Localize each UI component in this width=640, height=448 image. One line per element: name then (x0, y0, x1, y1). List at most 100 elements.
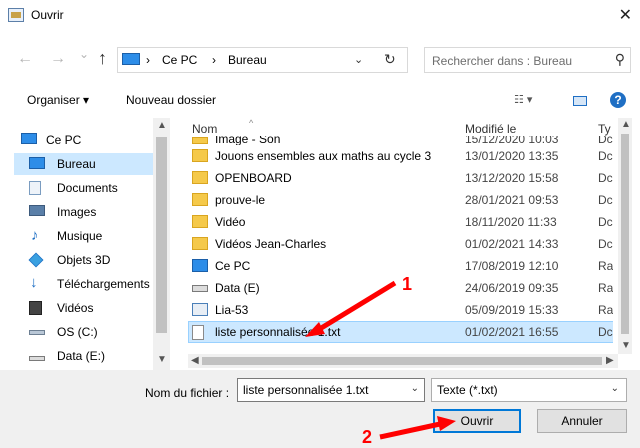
table-row[interactable]: prouve-le 28/01/2021 09:53 Dc (188, 189, 613, 211)
file-type-value: Texte (*.txt) (437, 383, 498, 397)
chevron-down-icon[interactable]: ⌄ (354, 53, 363, 66)
scroll-down-icon[interactable]: ▼ (621, 340, 631, 351)
filename-field[interactable]: liste personnalisée 1.txt ⌄ (237, 378, 425, 402)
search-input[interactable]: Rechercher dans : Bureau ⚲ (424, 47, 631, 73)
sidebar-item-label: Images (57, 205, 97, 219)
table-row-selected[interactable]: liste personnalisée 1.txt 01/02/2021 16:… (188, 321, 613, 343)
sidebar-item-musique[interactable]: ♪ Musique (14, 225, 166, 247)
table-row[interactable]: Data (E) 24/06/2019 09:35 Ra (188, 277, 613, 299)
table-row[interactable]: Vidéos Jean-Charles 01/02/2021 14:33 Dc (188, 233, 613, 255)
search-icon[interactable]: ⚲ (615, 51, 625, 68)
forward-icon[interactable]: → (50, 50, 66, 68)
file-date: 15/12/2020 10:03 (465, 136, 559, 145)
column-header-name[interactable]: Nom (192, 122, 217, 136)
column-header-type[interactable]: Ty (598, 122, 611, 136)
images-icon (29, 205, 45, 216)
table-row[interactable]: Jouons ensembles aux maths au cycle 3 13… (188, 145, 613, 167)
sidebar-item-telechargements[interactable]: ↓ Téléchargements (14, 273, 166, 295)
table-row[interactable]: OPENBOARD 13/12/2020 15:58 Dc (188, 167, 613, 189)
file-name: Image - Son (215, 136, 281, 145)
cancel-button[interactable]: Annuler (537, 409, 627, 433)
desktop-icon (29, 157, 45, 169)
navigation-bar: ← → ⌄ ↑ › Ce PC › Bureau ⌄ ↻ Rechercher … (0, 46, 640, 74)
file-name: Data (E) (215, 281, 260, 295)
sidebar-item-objets-3d[interactable]: Objets 3D (14, 249, 166, 271)
sidebar-item-label: OS (C:) (57, 325, 98, 339)
search-placeholder: Rechercher dans : Bureau (432, 54, 573, 68)
sidebar-item-bureau[interactable]: Bureau (14, 153, 166, 175)
pc-shortcut-icon (192, 259, 208, 272)
shortcut-icon (192, 303, 208, 316)
address-bar[interactable]: › Ce PC › Bureau ⌄ ↻ (117, 47, 408, 73)
breadcrumb-bureau[interactable]: Bureau (228, 53, 267, 67)
file-list-horizontal-scrollbar[interactable]: ◀ ▶ (188, 354, 618, 368)
scroll-right-icon[interactable]: ▶ (606, 355, 614, 366)
sidebar-item-label: Téléchargements (57, 277, 150, 291)
file-type: Dc (598, 237, 613, 251)
new-folder-button[interactable]: Nouveau dossier (126, 93, 216, 107)
filename-value: liste personnalisée 1.txt (243, 383, 369, 397)
sidebar-item-ce-pc[interactable]: Ce PC (14, 129, 166, 151)
drive-shortcut-icon (192, 285, 208, 292)
chevron-down-icon[interactable]: ⌄ (611, 383, 619, 394)
annotation-step-1: 1 (402, 274, 413, 294)
open-button[interactable]: Ouvrir (433, 409, 521, 433)
file-name: OPENBOARD (215, 171, 292, 185)
back-icon[interactable]: ← (17, 50, 33, 68)
title-bar: Ouvrir ✕ (0, 0, 640, 30)
file-name: Vidéo (215, 215, 246, 229)
preview-pane-icon[interactable] (573, 96, 587, 106)
organize-button[interactable]: Organiser ▾ (27, 93, 89, 107)
help-icon[interactable]: ? (610, 92, 626, 108)
sidebar-item-os-c[interactable]: OS (C:) (14, 321, 166, 343)
file-type-select[interactable]: Texte (*.txt) ⌄ (431, 378, 627, 402)
sidebar-item-label: Data (E:) (57, 349, 106, 363)
sidebar-item-documents[interactable]: Documents (14, 177, 166, 199)
file-list-vertical-scrollbar[interactable]: ▲ ▼ (618, 118, 632, 354)
file-name: Ce PC (215, 259, 251, 273)
sidebar-item-label: Bureau (57, 157, 96, 171)
recent-locations-icon[interactable]: ⌄ (79, 47, 89, 61)
folder-icon (192, 237, 208, 250)
command-toolbar: Organiser ▾ Nouveau dossier ☷ ▾ ? (0, 88, 640, 110)
breadcrumb-separator: › (212, 53, 216, 67)
sidebar-item-label: Musique (57, 229, 103, 243)
refresh-icon[interactable]: ↻ (384, 51, 396, 68)
navigation-pane-scrollbar[interactable]: ▲ ▼ (153, 118, 170, 370)
close-icon[interactable]: ✕ (619, 5, 632, 25)
breadcrumb-separator: › (146, 53, 150, 67)
folder-icon (192, 137, 208, 144)
scrollbar-thumb[interactable] (156, 137, 167, 333)
scrollbar-thumb[interactable] (202, 357, 602, 365)
file-date: 01/02/2021 14:33 (465, 237, 559, 251)
folder-icon (192, 171, 208, 184)
sidebar-item-label: Documents (57, 181, 118, 195)
sidebar-item-videos[interactable]: Vidéos (14, 297, 166, 319)
sidebar-item-images[interactable]: Images (14, 201, 166, 223)
table-row[interactable]: Vidéo 18/11/2020 11:33 Dc (188, 211, 613, 233)
sidebar-item-data-e[interactable]: Data (E:) (14, 345, 166, 367)
file-date: 28/01/2021 09:53 (465, 193, 559, 207)
view-options-icon[interactable]: ☷ ▾ (514, 93, 532, 106)
scroll-up-icon[interactable]: ▲ (157, 120, 167, 131)
scroll-up-icon[interactable]: ▲ (621, 119, 631, 130)
table-row[interactable]: Lia-53 05/09/2019 15:33 Ra (188, 299, 613, 321)
file-type: Dc (598, 325, 613, 339)
file-date: 18/11/2020 11:33 (465, 215, 557, 229)
column-header-modified[interactable]: Modifié le (465, 122, 516, 136)
up-icon[interactable]: ↑ (98, 48, 107, 69)
scroll-left-icon[interactable]: ◀ (191, 355, 199, 366)
table-row[interactable]: Image - Son 15/12/2020 10:03 Dc (188, 136, 613, 145)
filename-label: Nom du fichier : (145, 386, 230, 400)
scroll-down-icon[interactable]: ▼ (157, 354, 167, 365)
breadcrumb-ce-pc[interactable]: Ce PC (162, 53, 197, 67)
file-date: 01/02/2021 16:55 (465, 325, 559, 339)
sidebar-item-label: Ce PC (46, 133, 82, 147)
pc-icon (21, 133, 37, 144)
scrollbar-thumb[interactable] (621, 134, 629, 334)
chevron-down-icon[interactable]: ⌄ (411, 383, 419, 394)
drive-c-icon (29, 330, 45, 335)
table-row[interactable]: Ce PC 17/08/2019 12:10 Ra (188, 255, 613, 277)
file-type: Ra (598, 281, 613, 295)
folder-icon (192, 149, 208, 162)
